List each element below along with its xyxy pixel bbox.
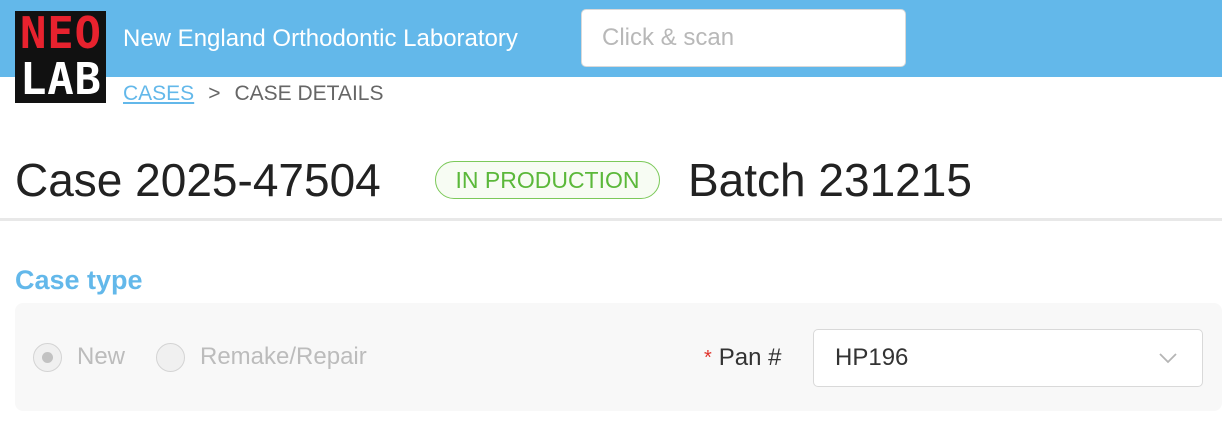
breadcrumb-cases-link[interactable]: CASES: [123, 82, 194, 106]
case-title: Case 2025-47504: [15, 154, 381, 206]
logo-row-bottom: L A B: [15, 57, 106, 103]
top-bar: New England Orthodontic Laboratory: [0, 0, 1222, 77]
radio-remake-repair-label: Remake/Repair: [200, 343, 367, 370]
pan-select[interactable]: HP196: [813, 329, 1203, 387]
breadcrumb: CASES > CASE DETAILS: [123, 80, 383, 108]
header-divider: [0, 218, 1222, 221]
logo-letter: E: [47, 8, 74, 59]
batch-title: Batch 231215: [688, 154, 972, 206]
pan-label-text: Pan #: [718, 344, 782, 371]
status-badge: IN PRODUCTION: [435, 161, 660, 199]
logo-letter: B: [74, 54, 102, 105]
radio-button-remake-repair[interactable]: [156, 342, 185, 372]
radio-button-new[interactable]: [33, 342, 62, 372]
case-type-heading: Case type: [15, 265, 143, 295]
pan-select-value: HP196: [835, 344, 909, 371]
neolab-logo[interactable]: N E O L A B: [15, 11, 106, 103]
required-asterisk: *: [704, 347, 712, 369]
logo-letter: O: [74, 8, 102, 59]
breadcrumb-separator: >: [208, 82, 221, 105]
chevron-down-icon[interactable]: [1156, 346, 1180, 370]
scan-search-box[interactable]: [581, 9, 906, 67]
logo-letter: A: [47, 54, 74, 105]
breadcrumb-current: CASE DETAILS: [234, 82, 384, 105]
logo-letter: L: [20, 54, 47, 105]
radio-new-label: New: [77, 343, 126, 370]
radio-remake-repair[interactable]: Remake/Repair: [156, 341, 367, 373]
radio-new[interactable]: New: [33, 341, 125, 373]
pan-label: * Pan #: [704, 343, 782, 374]
app-title: New England Orthodontic Laboratory: [123, 25, 518, 52]
logo-letter: N: [20, 8, 47, 59]
logo-row-top: N E O: [15, 11, 106, 57]
scan-input[interactable]: [582, 10, 905, 66]
